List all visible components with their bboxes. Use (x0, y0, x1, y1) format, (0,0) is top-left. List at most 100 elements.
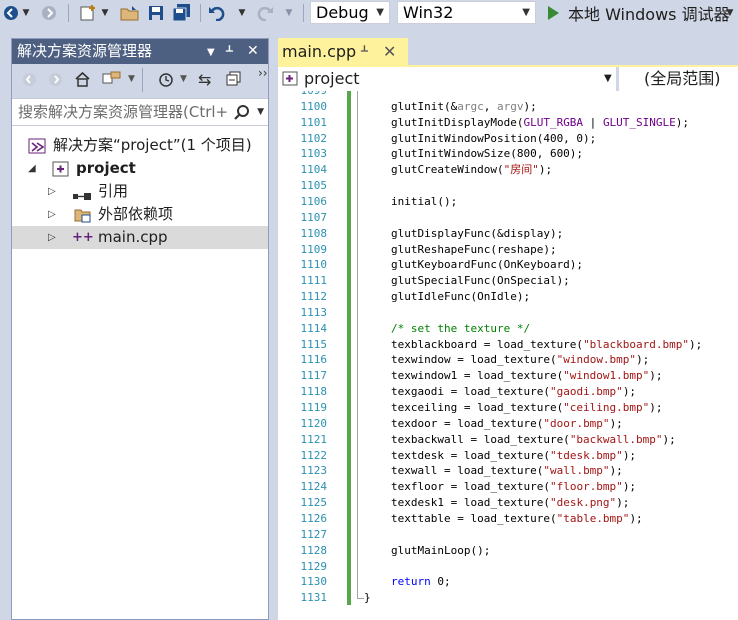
new-project-icon[interactable] (76, 2, 100, 24)
code-text: glutCreateWindow("房间"); (391, 162, 552, 178)
redo-dropdown-icon[interactable]: ▼ (283, 2, 295, 24)
saved-changes-indicator (347, 91, 351, 605)
line-number: 1122 (300, 448, 328, 462)
code-token: glutIdleFunc(OnIdle); (391, 290, 531, 304)
close-icon[interactable]: ✕ (247, 39, 259, 64)
undo-dropdown-icon[interactable]: ▼ (236, 2, 248, 24)
undo-icon[interactable] (206, 2, 228, 24)
solution-config-select[interactable]: Debug ▼ (310, 1, 390, 24)
pending-changes-filter-icon[interactable] (158, 71, 176, 93)
code-text: glutMainLoop(); (391, 543, 490, 559)
references-icon (72, 186, 91, 201)
solution-search-input[interactable]: 搜索解决方案资源管理器(Ctrl+ ▼ (12, 99, 268, 126)
code-text: textdesk = load_texture("tdesk.bmp"); (391, 448, 636, 464)
chevron-down-icon: ▼ (604, 73, 612, 84)
tree-item-project[interactable]: ◢ project (12, 157, 268, 180)
line-number: 1117 (300, 369, 328, 383)
code-token: texdoor = load_texture( (391, 416, 544, 430)
pin-icon[interactable]: ᚆ (361, 38, 368, 65)
line-number: 1124 (300, 480, 328, 494)
code-token: texfloor = load_texture( (391, 480, 550, 494)
line-number: 1116 (300, 353, 328, 367)
back-icon[interactable] (0, 2, 22, 24)
code-token: glutInitWindowSize(800, 600); (391, 147, 584, 161)
code-text: texceiling = load_texture("ceiling.bmp")… (391, 400, 663, 416)
close-tab-icon[interactable]: ✕ (383, 38, 396, 65)
code-text: texttable = load_texture("table.bmp"); (391, 511, 643, 527)
solution-explorer-toolbar: ▼ ▼ ⇆ ›› (12, 64, 268, 99)
solution-explorer-panel: 解决方案资源管理器 ▼ ᚆ ✕ ▼ ▼ ⇆ ›› 搜索解决方案资源管理器(Ctr… (11, 38, 269, 620)
code-token: , (483, 99, 497, 113)
project-scope-select[interactable]: project ▼ (280, 68, 614, 90)
line-number: 1110 (300, 258, 328, 272)
search-options-dropdown-icon[interactable]: ▼ (257, 99, 264, 125)
toolbar-divider (303, 4, 304, 22)
switch-views-icon[interactable] (102, 70, 122, 92)
tree-item-references[interactable]: ▷ 引用 (12, 180, 268, 203)
run-dropdown-icon[interactable]: ▼ (724, 2, 736, 24)
window-position-dropdown-icon[interactable]: ▼ (207, 40, 215, 65)
code-token: return (391, 575, 431, 589)
collapsed-triangle-icon[interactable]: ▷ (48, 226, 56, 249)
solution-config-value: Debug (316, 3, 369, 22)
line-number: 1109 (300, 242, 328, 256)
code-token: texblackboard = load_texture( (391, 337, 584, 351)
code-token: ); (609, 416, 623, 430)
line-number: 1114 (300, 321, 328, 335)
code-token: "table.bmp" (556, 511, 630, 525)
collapsed-triangle-icon[interactable]: ▷ (48, 180, 56, 203)
toolbar-divider (200, 4, 201, 22)
code-text: texbackwall = load_texture("backwall.bmp… (391, 432, 676, 448)
tree-item-external-dependencies[interactable]: ▷ 外部依赖项 (12, 203, 268, 226)
play-icon (548, 6, 559, 20)
panel-splitter[interactable] (269, 38, 278, 620)
search-icon[interactable] (234, 99, 250, 125)
tree-item-label: main.cpp (98, 228, 168, 246)
expanded-triangle-icon[interactable]: ◢ (28, 157, 36, 180)
open-folder-icon[interactable] (118, 2, 142, 24)
code-token: } (364, 591, 371, 605)
line-number: 1121 (300, 432, 328, 446)
new-project-dropdown-icon[interactable]: ▼ (99, 2, 111, 24)
line-number: 1118 (300, 385, 328, 399)
outline-fold-line (357, 91, 358, 599)
tab-main-cpp[interactable]: main.cpp ᚆ ✕ (278, 38, 408, 65)
code-token: ); (649, 369, 663, 383)
code-token: glutDisplayFunc(&display); (391, 226, 564, 240)
code-token: glutInit(& (391, 99, 458, 113)
line-number: 1125 (300, 496, 328, 510)
line-number: 1130 (300, 575, 328, 589)
pin-icon[interactable]: ᚆ (226, 39, 233, 64)
collapse-all-icon[interactable] (226, 71, 242, 91)
platform-select[interactable]: Win32 ▼ (397, 1, 536, 24)
tree-item-label: 解决方案“project”(1 个项目) (53, 136, 252, 154)
forward-icon[interactable] (38, 2, 60, 24)
member-scope-select[interactable]: (全局范围) (644, 68, 738, 90)
code-token: texceiling = load_texture( (391, 401, 564, 414)
code-text: glutInitDisplayMode(GLUT_RGBA | GLUT_SIN… (391, 115, 689, 131)
more-toolbar-icon[interactable]: ›› (258, 66, 268, 80)
redo-icon[interactable] (254, 2, 276, 24)
start-debugging-button[interactable]: 本地 Windows 调试器 (546, 2, 730, 24)
code-text: texdesk1 = load_texture("desk.png"); (391, 495, 629, 511)
code-token: ); (629, 511, 643, 525)
filter-dropdown-icon[interactable]: ▼ (180, 74, 187, 84)
back-dropdown-icon[interactable]: ▼ (20, 2, 32, 24)
tree-item-solution[interactable]: 解决方案“project”(1 个项目) (12, 134, 268, 157)
save-icon[interactable] (145, 2, 167, 24)
code-token: ); (609, 464, 623, 478)
home-icon[interactable] (74, 71, 91, 91)
code-text: texdoor = load_texture("door.bmp"); (391, 416, 623, 432)
switch-views-dropdown-icon[interactable]: ▼ (128, 74, 135, 84)
code-token: | (583, 115, 603, 129)
forward-icon[interactable] (48, 72, 63, 91)
back-icon[interactable] (22, 72, 37, 91)
code-token: glutInitDisplayMode( (391, 115, 524, 129)
save-all-icon[interactable] (170, 2, 194, 24)
tree-item-main-cpp[interactable]: ▷ ++ main.cpp (12, 226, 268, 249)
sync-icon[interactable]: ⇆ (198, 70, 211, 89)
code-token: "window1.bmp" (563, 369, 650, 383)
code-token: ); (523, 99, 537, 113)
collapsed-triangle-icon[interactable]: ▷ (48, 203, 56, 226)
line-number: 1105 (300, 179, 328, 193)
